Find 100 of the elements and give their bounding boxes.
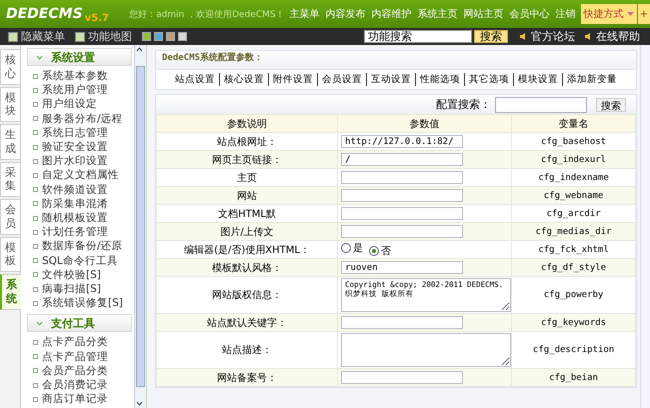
column-header: 参数说明 (156, 114, 338, 132)
menu-item[interactable]: 病毒扫描[S] (42, 282, 101, 296)
input-field[interactable] (341, 371, 464, 384)
menu-item[interactable]: 商店订单记录 (42, 392, 108, 406)
settings-tab[interactable]: 核心设置 (219, 73, 268, 86)
input-field[interactable] (341, 316, 464, 329)
menu-item[interactable]: 数据库备份/还原 (42, 239, 123, 254)
theme-swatch[interactable] (178, 32, 187, 41)
bullet-icon (33, 158, 38, 164)
help-link[interactable]: 官方论坛 (531, 29, 575, 44)
variable-name: cfg_df_style (512, 258, 636, 276)
help-link[interactable]: 在线帮助 (596, 29, 640, 44)
settings-tab[interactable]: 互动设置 (366, 73, 415, 86)
search-button[interactable]: 搜索 (474, 30, 508, 43)
menu-item[interactable]: 自定义文档属性 (42, 168, 119, 183)
parameter-label: 网页主页链接： (156, 150, 338, 168)
search-button[interactable]: 搜索 (596, 98, 626, 112)
column-header: 参数值 (338, 114, 512, 132)
side-tab[interactable]: 生成 (0, 124, 20, 160)
caret-icon (626, 12, 634, 16)
scroll-up-icon[interactable] (135, 45, 144, 54)
bullet-icon (33, 382, 38, 388)
settings-tab[interactable]: 附件设置 (268, 73, 317, 86)
input-field[interactable]: ruoven (341, 261, 464, 274)
side-tab[interactable]: 模块 (0, 86, 20, 122)
parameter-label: 模板默认风格： (156, 258, 338, 276)
side-tab[interactable]: 模板 (0, 236, 20, 272)
menu-item[interactable]: 点卡产品分类 (42, 335, 108, 350)
bullet-icon (33, 130, 38, 136)
radio-option[interactable]: 否 (369, 244, 392, 258)
settings-tab[interactable]: 添加新变量 (562, 73, 621, 86)
input-field[interactable] (341, 171, 464, 184)
bullet-icon (33, 201, 38, 206)
menu-item[interactable]: 系统基本参数 (42, 69, 108, 84)
menu-item[interactable]: 系统用户管理 (42, 83, 108, 98)
scrollbar[interactable] (134, 45, 146, 408)
input-field[interactable]: / (341, 153, 464, 166)
menu-item[interactable]: 随机模板设置 (42, 211, 108, 226)
column-header: 变量名 (512, 114, 636, 132)
bullet-icon (33, 300, 38, 306)
bullet-icon (33, 244, 38, 250)
side-tab[interactable]: 核心 (0, 49, 20, 84)
variable-name: cfg_medias_dir (512, 222, 636, 240)
input-field[interactable] (341, 189, 464, 202)
shortcut-dropdown[interactable]: 快捷方式 (580, 4, 637, 24)
speaker-icon (585, 33, 592, 40)
section-header[interactable]: 支付工具 (27, 314, 132, 332)
function-map-link[interactable]: 功能地图 (88, 29, 132, 44)
config-search-field[interactable] (495, 96, 587, 112)
side-tab[interactable]: 会员 (0, 199, 20, 234)
menu-item[interactable]: 系统错误修复[S] (42, 296, 123, 310)
radio-option[interactable]: 是 (341, 241, 364, 255)
parameter-label: 网站 (156, 186, 338, 204)
bullet-icon (33, 354, 38, 360)
bullet-icon (33, 368, 38, 374)
settings-tab[interactable]: 模块设置 (513, 73, 562, 86)
hide-menu-link[interactable]: 隐藏菜单 (21, 29, 65, 44)
input-field[interactable] (341, 207, 464, 220)
settings-tab[interactable]: 其它选项 (464, 73, 513, 86)
variable-name: cfg_indexurl (512, 150, 636, 168)
text-area[interactable] (341, 333, 512, 367)
variable-name: cfg_webname (512, 186, 636, 204)
theme-swatch[interactable] (154, 32, 163, 41)
input-field[interactable]: http://127.0.0.1:82/ (341, 135, 464, 148)
menu-item[interactable]: 文件校验[S] (42, 268, 101, 282)
settings-tab[interactable]: 会员设置 (317, 73, 366, 86)
menu-item[interactable]: 用户组设定 (42, 97, 97, 112)
bullet-icon (33, 396, 38, 402)
menu-item[interactable]: 软件频道设置 (42, 182, 108, 197)
welcome-text: 您好：admin ，欢迎使用DedeCMS！ (129, 8, 285, 20)
menu-item[interactable]: 验证安全设置 (42, 140, 108, 154)
side-tab[interactable]: 采集 (0, 162, 20, 197)
theme-swatch[interactable] (166, 32, 175, 41)
side-tab[interactable]: 系统 (0, 274, 21, 310)
bullet-icon (33, 272, 38, 278)
menu-item[interactable]: SQL命令行工具 (42, 254, 118, 268)
speaker-icon (520, 33, 527, 40)
parameter-label: 站点默认关键字： (156, 314, 338, 332)
scroll-down-icon[interactable] (135, 399, 144, 408)
menu-item[interactable]: 防采集串混淆 (42, 196, 108, 212)
menu-item[interactable]: 点卡产品管理 (42, 350, 108, 364)
menu-item[interactable]: 服务器分布/远程 (42, 112, 123, 126)
parameter-label: 图片/上传文 (156, 222, 338, 240)
menu-item[interactable]: 会员产品分类 (42, 364, 108, 378)
panel-title: DedeCMS系统配置参数： (156, 51, 636, 70)
menu-item[interactable]: 计划任务管理 (42, 225, 108, 240)
theme-swatch[interactable] (142, 32, 151, 41)
parameter-label: 网站备案号： (156, 368, 338, 386)
menu-item[interactable]: 会员消费记录 (42, 378, 108, 392)
bullet-icon (33, 340, 38, 346)
bullet-icon (33, 187, 38, 192)
menu-item[interactable]: 系统日志管理 (42, 126, 108, 140)
settings-tab[interactable]: 站点设置 (171, 73, 219, 86)
section-header[interactable]: 系统设置 (27, 48, 132, 66)
input-field[interactable] (341, 225, 464, 238)
add-button[interactable]: + (638, 4, 650, 24)
settings-tab[interactable]: 性能选项 (415, 73, 464, 86)
search-field[interactable]: 功能搜索 (364, 30, 472, 43)
menu-item[interactable]: 图片水印设置 (42, 154, 108, 168)
chevron-down-icon (36, 320, 43, 326)
